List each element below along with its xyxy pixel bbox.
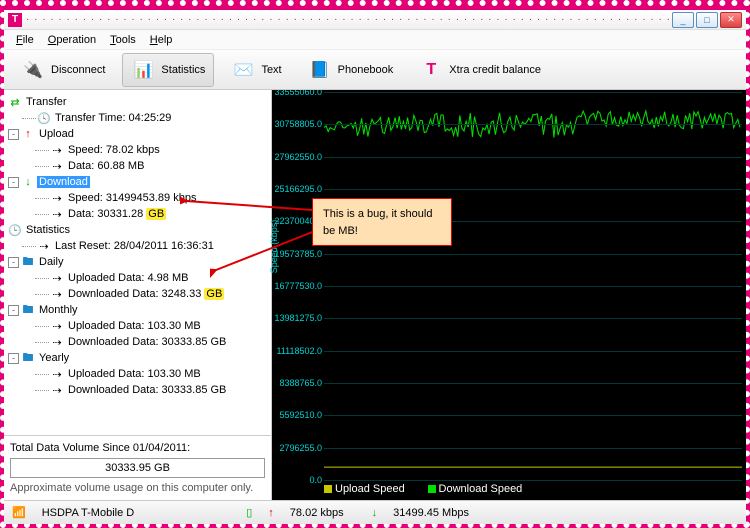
- folder-icon: 🖿: [21, 253, 35, 272]
- xtra-button[interactable]: T Xtra credit balance: [410, 53, 550, 87]
- chart-area: 0.02796255.05592510.08388765.011118502.0…: [272, 90, 746, 500]
- data-icon: ⇢: [50, 384, 64, 397]
- main-window: T · · · · · · · · · · · · · · · · · · · …: [4, 10, 746, 524]
- statistics-icon: 📊: [131, 58, 155, 82]
- node-transfer-time[interactable]: Transfer Time: 04:25:29: [53, 112, 173, 124]
- maximize-button[interactable]: □: [696, 12, 718, 28]
- disconnect-icon: 🔌: [21, 58, 45, 82]
- phonebook-label: Phonebook: [338, 64, 394, 76]
- disconnect-button[interactable]: 🔌 Disconnect: [12, 53, 114, 87]
- status-up: 78.02 kbps: [290, 507, 344, 519]
- node-yearly-down[interactable]: Downloaded Data: 30333.85 GB: [66, 384, 228, 396]
- menu-file[interactable]: File: [10, 32, 40, 48]
- text-icon: ✉️: [231, 58, 255, 82]
- highlight-gb-1: GB: [146, 208, 166, 220]
- text-button[interactable]: ✉️ Text: [222, 53, 290, 87]
- titlebar: T · · · · · · · · · · · · · · · · · · · …: [4, 10, 746, 30]
- node-download-speed[interactable]: Speed: 31499453.89 kbps: [66, 192, 198, 204]
- upload-arrow-icon: ↑: [268, 507, 274, 519]
- toolbar: 🔌 Disconnect 📊 Statistics ✉️ Text 📘 Phon…: [4, 50, 746, 90]
- node-statistics[interactable]: Statistics: [24, 224, 72, 236]
- statistics-button[interactable]: 📊 Statistics: [122, 53, 214, 87]
- upload-icon: ↑: [21, 128, 35, 140]
- t-logo-icon: T: [8, 13, 22, 27]
- node-daily-up[interactable]: Uploaded Data: 4.98 MB: [66, 272, 190, 284]
- node-monthly-down[interactable]: Downloaded Data: 30333.85 GB: [66, 336, 228, 348]
- statistics-label: Statistics: [161, 64, 205, 76]
- phonebook-button[interactable]: 📘 Phonebook: [299, 53, 403, 87]
- stats-icon: 🕒: [8, 224, 22, 237]
- speed-icon: ⇢: [50, 144, 64, 157]
- clock-icon: 🕓: [37, 112, 51, 125]
- xtra-label: Xtra credit balance: [449, 64, 541, 76]
- status-up-icon: ▯: [246, 506, 252, 519]
- data-icon: ⇢: [50, 272, 64, 285]
- total-value: 30333.95 GB: [10, 458, 265, 478]
- total-label: Total Data Volume Since 01/04/2011:: [10, 442, 265, 454]
- signal-icon: 📶: [12, 506, 26, 519]
- node-upload-speed[interactable]: Speed: 78.02 kbps: [66, 144, 162, 156]
- data-icon: ⇢: [50, 368, 64, 381]
- total-box: Total Data Volume Since 01/04/2011: 3033…: [4, 435, 271, 500]
- status-network: HSDPA T-Mobile D: [42, 507, 135, 519]
- legend-download-swatch: [428, 485, 436, 493]
- y-axis-title: Speed (kbps): [269, 220, 279, 274]
- menu-help[interactable]: Help: [144, 32, 179, 48]
- node-yearly-up[interactable]: Uploaded Data: 103.30 MB: [66, 368, 203, 380]
- transfer-icon: ⇄: [8, 96, 22, 109]
- data-icon: ⇢: [50, 288, 64, 301]
- highlight-gb-2: GB: [204, 288, 224, 300]
- data-icon: ⇢: [50, 208, 64, 221]
- expand-monthly[interactable]: -: [8, 305, 19, 316]
- node-monthly[interactable]: Monthly: [37, 304, 80, 316]
- data-icon: ⇢: [50, 336, 64, 349]
- minimize-button[interactable]: _: [672, 12, 694, 28]
- disconnect-label: Disconnect: [51, 64, 105, 76]
- expand-yearly[interactable]: -: [8, 353, 19, 364]
- data-icon: ⇢: [50, 160, 64, 173]
- node-monthly-up[interactable]: Uploaded Data: 103.30 MB: [66, 320, 203, 332]
- xtra-icon: T: [419, 58, 443, 82]
- text-label: Text: [261, 64, 281, 76]
- folder-icon: 🖿: [21, 301, 35, 320]
- title-dots: · · · · · · · · · · · · · · · · · · · · …: [26, 14, 672, 25]
- node-upload-data[interactable]: Data: 60.88 MB: [66, 160, 146, 172]
- download-arrow-icon: ↓: [372, 507, 378, 519]
- download-icon: ↓: [21, 176, 35, 188]
- y-axis: 0.02796255.05592510.08388765.011118502.0…: [272, 92, 324, 480]
- close-button[interactable]: ✕: [720, 12, 742, 28]
- speed-icon: ⇢: [50, 192, 64, 205]
- legend-download: Download Speed: [439, 483, 523, 495]
- node-download[interactable]: Download: [37, 176, 90, 188]
- node-upload[interactable]: Upload: [37, 128, 76, 140]
- download-trace: [324, 92, 742, 468]
- legend-upload-swatch: [324, 485, 332, 493]
- expand-daily[interactable]: -: [8, 257, 19, 268]
- annotation-callout: This is a bug, it should be MB!: [312, 198, 452, 246]
- expand-download[interactable]: -: [8, 177, 19, 188]
- folder-icon: 🖿: [21, 349, 35, 368]
- node-last-reset[interactable]: Last Reset: 28/04/2011 16:36:31: [53, 240, 216, 252]
- expand-upload[interactable]: -: [8, 129, 19, 140]
- data-icon: ⇢: [50, 320, 64, 333]
- node-daily[interactable]: Daily: [37, 256, 65, 268]
- status-down: 31499.45 Mbps: [393, 507, 469, 519]
- menu-operation[interactable]: Operation: [42, 32, 102, 48]
- menu-tools[interactable]: Tools: [104, 32, 142, 48]
- total-note: Approximate volume usage on this compute…: [10, 482, 265, 494]
- node-download-data[interactable]: Data: 30331.28 GB: [66, 208, 168, 220]
- statusbar: 📶 HSDPA T-Mobile D ▯ ↑ 78.02 kbps ↓ 3149…: [4, 500, 746, 524]
- menubar: File Operation Tools Help: [4, 30, 746, 50]
- reset-icon: ⇢: [37, 240, 51, 253]
- phonebook-icon: 📘: [308, 58, 332, 82]
- node-yearly[interactable]: Yearly: [37, 352, 71, 364]
- node-transfer[interactable]: Transfer: [24, 96, 69, 108]
- plot-area: [324, 92, 742, 480]
- tree-panel: ⇄Transfer 🕓Transfer Time: 04:25:29 -↑Upl…: [4, 90, 272, 500]
- node-daily-down[interactable]: Downloaded Data: 3248.33 GB: [66, 288, 226, 300]
- chart-legend: Upload Speed Download Speed: [324, 483, 542, 496]
- legend-upload: Upload Speed: [335, 483, 405, 495]
